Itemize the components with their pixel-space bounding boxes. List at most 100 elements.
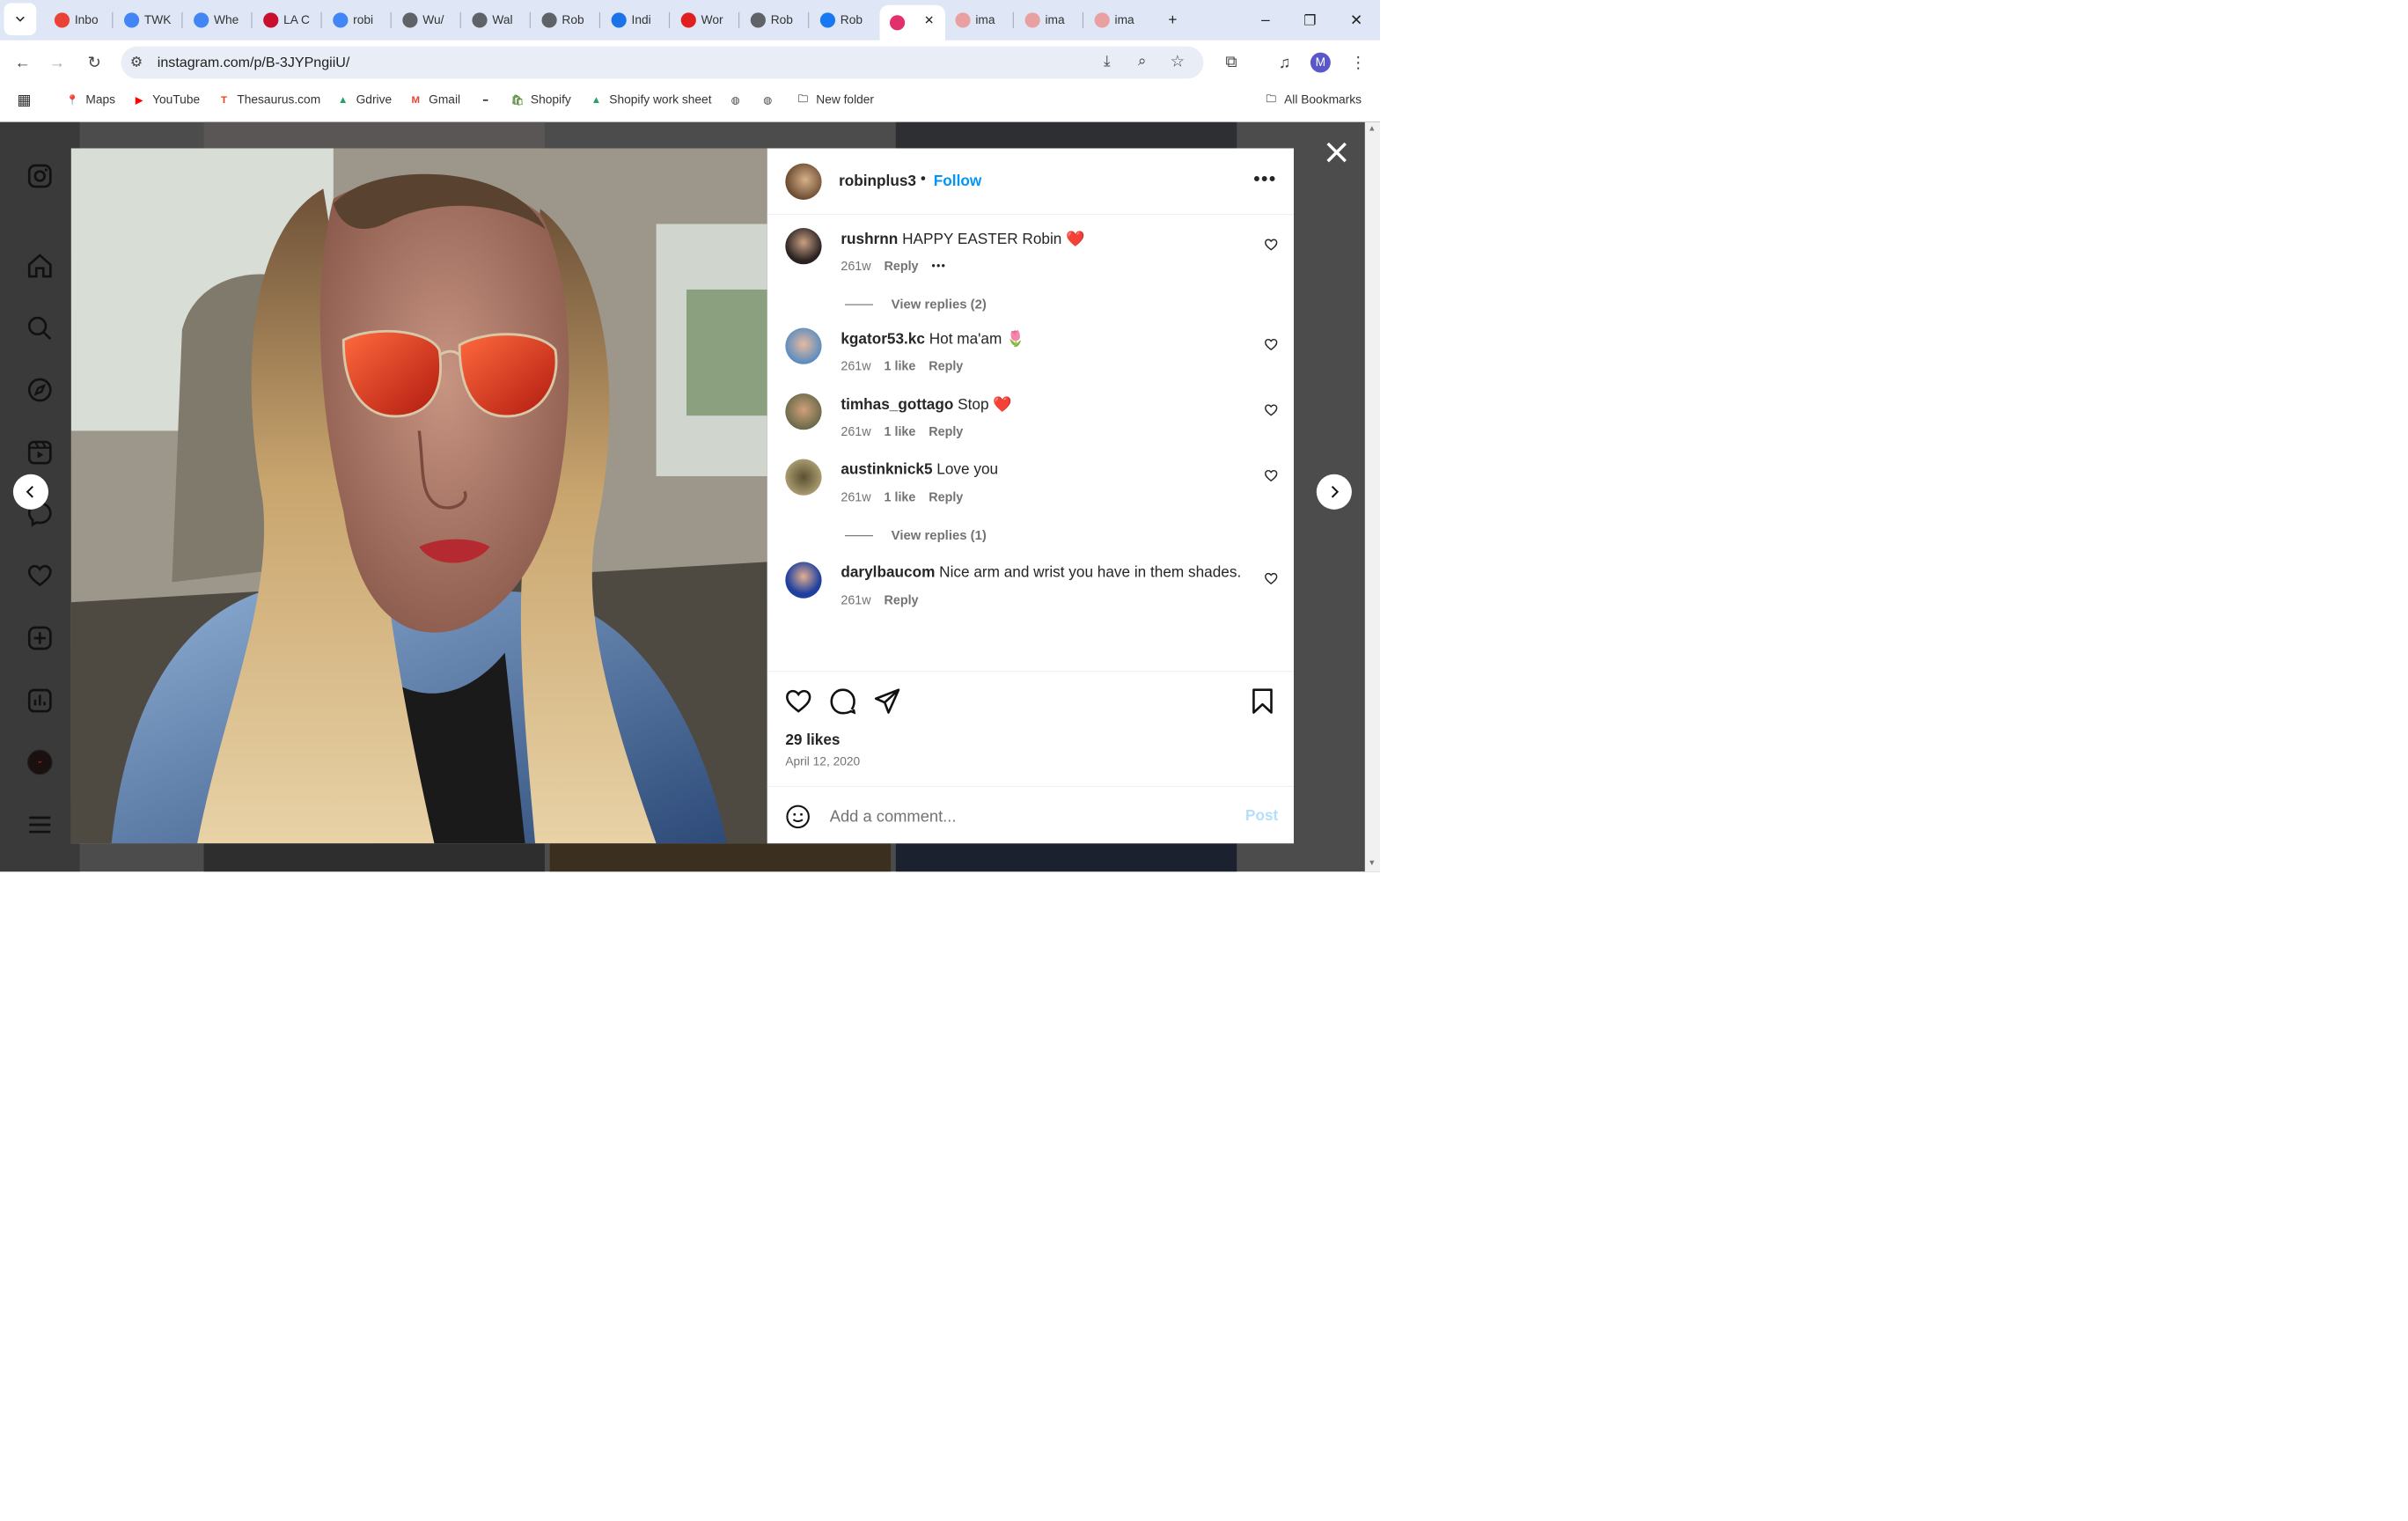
restore-button[interactable]: ❐ xyxy=(1292,5,1327,35)
zoom-icon[interactable]: ⌕ xyxy=(1138,53,1147,70)
emoji-smiley-icon[interactable] xyxy=(784,803,811,830)
extensions-button[interactable]: ⧉ xyxy=(1217,48,1244,76)
add-comment-input[interactable]: Add a comment... xyxy=(830,807,957,826)
reply-button[interactable]: Reply xyxy=(929,425,963,440)
comment-time[interactable]: 261w xyxy=(841,425,870,440)
follow-button[interactable]: Follow xyxy=(934,173,981,189)
browser-tab[interactable]: Wu/ xyxy=(393,5,457,35)
bookmark-item[interactable]: ▲ Gdrive xyxy=(336,92,392,107)
comment-likes[interactable]: 1 like xyxy=(885,490,916,505)
url-text[interactable]: instagram.com/p/B-3JYPngiiU/ xyxy=(158,55,350,70)
instagram-logo-icon[interactable] xyxy=(25,160,56,192)
create-plus-icon[interactable] xyxy=(25,622,56,654)
reply-button[interactable]: Reply xyxy=(885,593,919,608)
view-replies-button[interactable]: View replies (1) xyxy=(844,527,987,543)
more-options-icon[interactable]: ••• xyxy=(1253,168,1276,190)
bookmark-star-icon[interactable]: ☆ xyxy=(1171,51,1185,70)
author-avatar[interactable] xyxy=(785,163,822,200)
apps-button[interactable]: ▦ xyxy=(17,92,31,108)
bookmark-item[interactable]: ▲ Shopify work sheet xyxy=(589,92,712,107)
bookmark-item[interactable]: 🗀 New folder xyxy=(796,92,874,107)
browser-tab[interactable]: Wor xyxy=(671,5,735,35)
install-icon[interactable]: ⤓ xyxy=(1104,53,1111,70)
browser-tab[interactable]: Rob xyxy=(532,5,596,35)
address-bar[interactable]: ⚙ instagram.com/p/B-3JYPngiiU/ ⤓ ⌕ ☆ xyxy=(121,46,1204,79)
next-post-button[interactable] xyxy=(1316,474,1352,510)
bookmark-item[interactable]: 📍 Maps xyxy=(66,92,115,107)
comment-like-heart-icon[interactable] xyxy=(1264,468,1279,483)
comment-like-heart-icon[interactable] xyxy=(1264,337,1279,352)
browser-tab[interactable]: Rob xyxy=(740,5,804,35)
search-icon[interactable] xyxy=(25,312,56,344)
reply-button[interactable]: Reply xyxy=(885,260,919,275)
profile-avatar[interactable]: M xyxy=(1310,52,1331,73)
close-modal-icon[interactable] xyxy=(1322,137,1352,167)
browser-tab[interactable]: LA C xyxy=(253,5,318,35)
browser-tab[interactable]: robi xyxy=(323,5,387,35)
explore-compass-icon[interactable] xyxy=(25,374,56,406)
commenter-avatar[interactable] xyxy=(785,327,822,364)
window-close-button[interactable]: ✕ xyxy=(1339,5,1374,35)
author-username[interactable]: robinplus3 xyxy=(839,173,916,189)
view-replies-button[interactable]: View replies (2) xyxy=(844,297,987,312)
home-icon[interactable] xyxy=(25,250,56,282)
previous-post-button[interactable] xyxy=(12,474,49,510)
browser-tab[interactable]: TWK xyxy=(114,5,179,35)
comment-time[interactable]: 261w xyxy=(841,490,870,505)
tab-search-button[interactable] xyxy=(4,3,37,36)
commenter-avatar[interactable] xyxy=(785,562,822,599)
browser-tab[interactable]: Inbo xyxy=(44,5,108,35)
reply-button[interactable]: Reply xyxy=(929,490,963,505)
share-send-icon[interactable] xyxy=(872,686,902,716)
reload-button[interactable]: ↻ xyxy=(81,48,108,76)
bookmark-item[interactable]: ▶ YouTube xyxy=(132,92,200,107)
commenter-username[interactable]: kgator53.kc xyxy=(841,330,925,347)
forward-button[interactable]: → xyxy=(43,48,70,76)
commenter-username[interactable]: timhas_gottago xyxy=(841,396,953,413)
browser-tab[interactable]: Rob xyxy=(810,5,874,35)
comment-likes[interactable]: 1 like xyxy=(885,359,916,374)
page-scrollbar[interactable]: ▲ ▼ xyxy=(1364,121,1380,872)
comment-time[interactable]: 261w xyxy=(841,260,870,275)
commenter-avatar[interactable] xyxy=(785,459,822,496)
comment-time[interactable]: 261w xyxy=(841,593,870,608)
all-bookmarks[interactable]: 🗀 All Bookmarks xyxy=(1264,92,1362,107)
reply-button[interactable]: Reply xyxy=(929,359,963,374)
media-button[interactable]: ♫ xyxy=(1271,48,1298,76)
new-tab-button[interactable]: + xyxy=(1155,5,1190,35)
commenter-avatar[interactable] xyxy=(785,393,822,430)
scroll-up-icon[interactable]: ▲ xyxy=(1368,124,1376,133)
comment-likes[interactable]: 1 like xyxy=(885,425,916,440)
comment-bubble-icon[interactable] xyxy=(827,686,857,716)
likes-count[interactable]: 29 likes xyxy=(785,731,840,748)
commenter-avatar[interactable] xyxy=(785,228,822,265)
comment-time[interactable]: 261w xyxy=(841,359,870,374)
scroll-down-icon[interactable]: ▼ xyxy=(1368,858,1376,867)
reels-icon[interactable] xyxy=(25,437,56,468)
profile-avatar-icon[interactable]: ▪▪ xyxy=(25,746,56,778)
browser-tab[interactable]: ima xyxy=(945,5,1009,35)
site-info-icon[interactable]: ⚙ xyxy=(130,54,143,70)
commenter-username[interactable]: rushrnn xyxy=(841,231,898,247)
save-bookmark-icon[interactable] xyxy=(1247,686,1277,716)
bookmark-item[interactable]: ▪▪▪ xyxy=(478,92,492,107)
comment-options-icon[interactable]: ••• xyxy=(931,260,946,275)
more-menu-icon[interactable] xyxy=(25,809,56,841)
post-comment-button[interactable]: Post xyxy=(1245,807,1278,824)
browser-tab[interactable]: Whe xyxy=(184,5,248,35)
browser-tab[interactable]: Wal xyxy=(462,5,526,35)
back-button[interactable]: ← xyxy=(9,48,36,76)
browser-tab[interactable]: ima xyxy=(1084,5,1149,35)
bookmark-item[interactable]: 🛍 Shopify xyxy=(510,92,571,107)
bookmark-item[interactable]: ◍ xyxy=(729,92,743,107)
bookmark-item[interactable]: T Thesaurus.com xyxy=(217,92,320,107)
like-heart-icon[interactable] xyxy=(783,686,813,716)
notifications-heart-icon[interactable] xyxy=(25,560,56,592)
bookmark-item[interactable]: ◍ xyxy=(760,92,775,107)
insights-chart-icon[interactable] xyxy=(25,685,56,716)
post-date[interactable]: April 12, 2020 xyxy=(785,754,860,768)
post-photo[interactable] xyxy=(70,148,767,844)
menu-button[interactable]: ⋮ xyxy=(1345,48,1372,76)
commenter-username[interactable]: austinknick5 xyxy=(841,461,932,478)
comment-like-heart-icon[interactable] xyxy=(1264,237,1279,252)
